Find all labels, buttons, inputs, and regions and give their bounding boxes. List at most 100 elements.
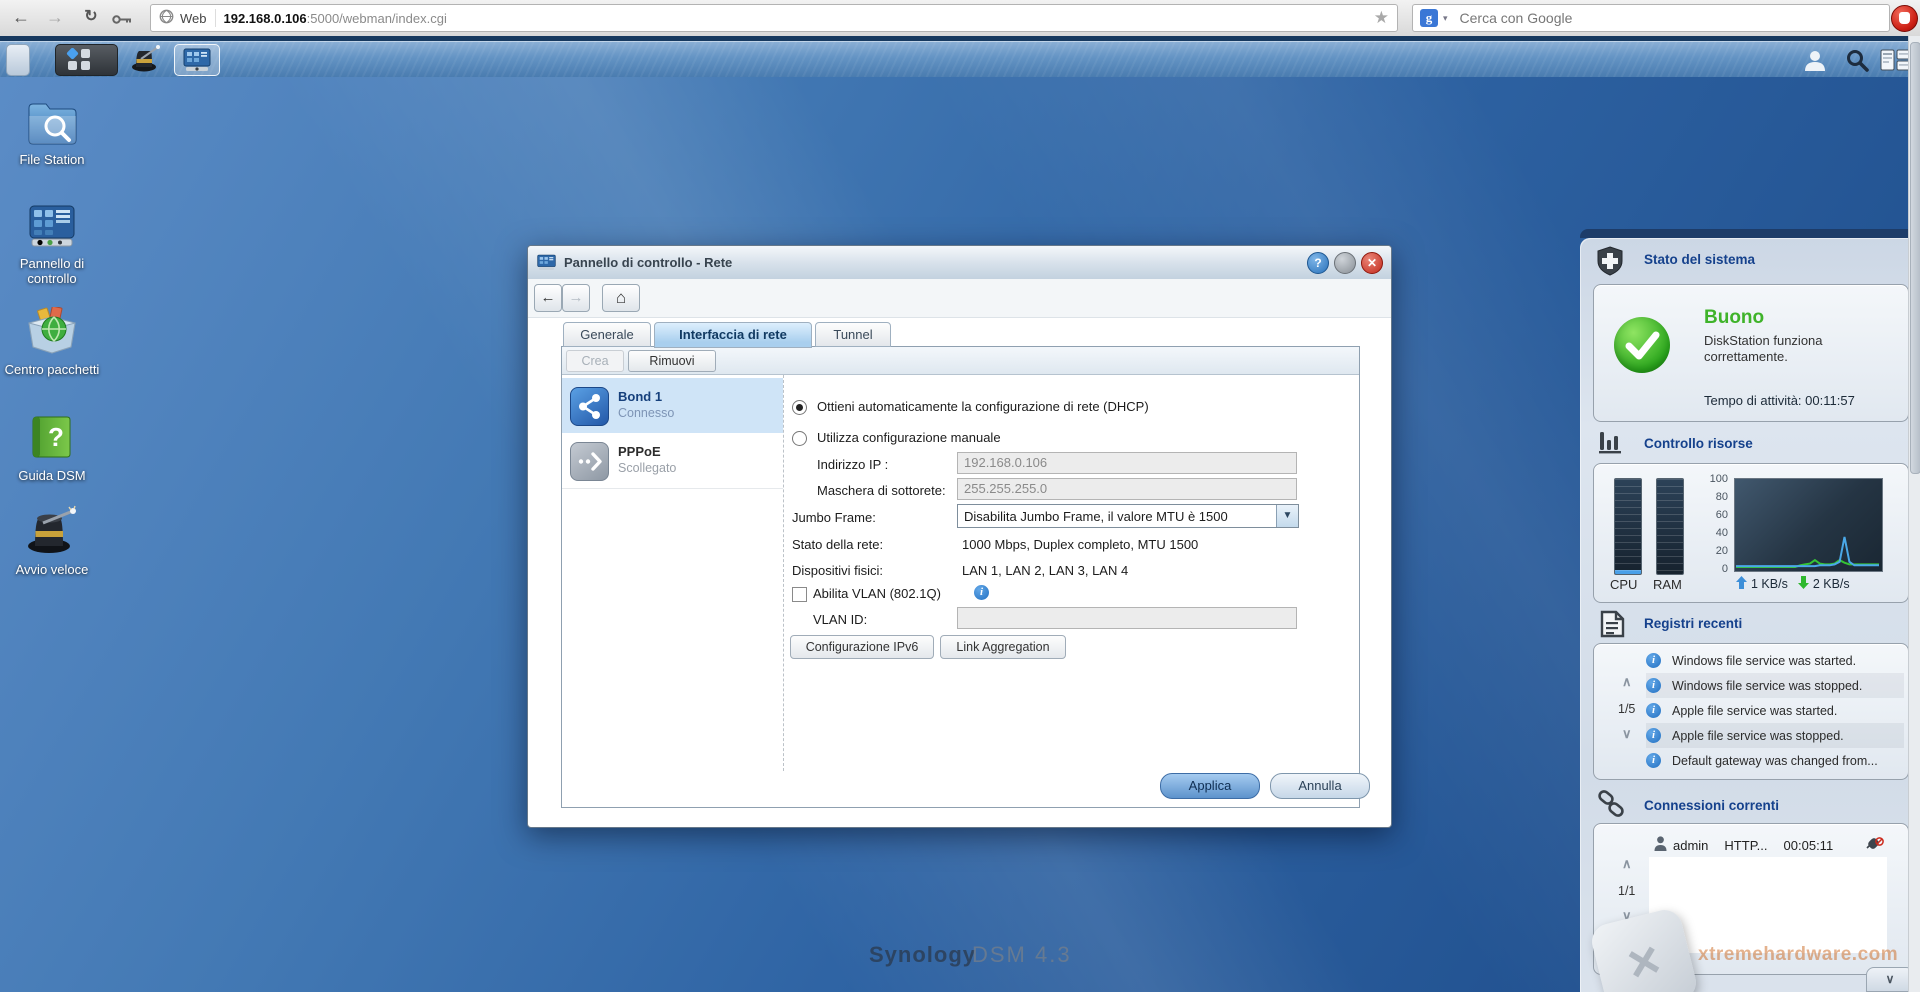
jumbo-select-arrow-icon[interactable]: ▼	[1276, 505, 1298, 527]
quick-start-icon	[25, 505, 79, 555]
nav-home-icon[interactable]: ⌂	[602, 284, 640, 312]
desktop-icon-file-station[interactable]: File Station	[2, 99, 102, 167]
vlan-checkbox[interactable]	[792, 587, 807, 602]
dhcp-radio[interactable]	[792, 400, 807, 415]
control-panel-taskbar-button[interactable]	[174, 44, 220, 76]
widget-sidebar: Stato del sistema Buono DiskStation funz…	[1580, 238, 1908, 992]
watermark-text: xtremehardware.com	[1698, 944, 1898, 966]
search-taskbar-icon[interactable]	[1844, 48, 1870, 75]
url-host: 192.168.0.106	[224, 11, 307, 26]
log-row[interactable]: i Windows file service was stopped.	[1646, 673, 1904, 698]
manual-radio[interactable]	[792, 431, 807, 446]
bookmark-star-icon[interactable]: ★	[1374, 8, 1389, 28]
connection-protocol: HTTP...	[1724, 838, 1767, 853]
search-box[interactable]: g ▾ Cerca con Google	[1412, 4, 1890, 32]
window-titlebar[interactable]: Pannello di controllo - Rete ? ✕	[528, 246, 1391, 280]
tab-panel: Crea Rimuovi Bond 1 Connesso	[561, 346, 1360, 808]
log-row[interactable]: i Apple file service was started.	[1646, 698, 1904, 723]
vlan-id-input[interactable]	[957, 607, 1297, 629]
interface-name: PPPoE	[618, 444, 661, 459]
interface-list: Bond 1 Connesso PPPoE Scollegato	[562, 375, 784, 771]
status-message: DiskStation funziona correttamente.	[1704, 333, 1869, 365]
desktop-icon-control-panel[interactable]: Pannello di controllo	[2, 203, 102, 286]
resource-monitor-icon	[1598, 430, 1624, 459]
connections-prev-icon[interactable]: ∧	[1622, 858, 1632, 870]
browser-toolbar: ← → ↻ Web 192.168.0.106 :5000/webman/ind…	[0, 0, 1920, 37]
screen: ← → ↻ Web 192.168.0.106 :5000/webman/ind…	[0, 0, 1920, 992]
url-bar[interactable]: Web 192.168.0.106 :5000/webman/index.cgi…	[150, 4, 1398, 32]
connections-title: Connessioni correnti	[1644, 798, 1779, 813]
desktop-icon-dsm-help[interactable]: ? Guida DSM	[2, 413, 102, 483]
quick-start-taskbar-button[interactable]	[124, 44, 168, 74]
search-input[interactable]: Cerca con Google	[1460, 10, 1573, 26]
create-button[interactable]: Crea	[566, 350, 624, 372]
pppoe-icon	[570, 442, 609, 481]
scrollbar-thumb[interactable]	[1910, 42, 1920, 474]
shield-icon	[1596, 246, 1624, 279]
network-status-label: Stato della rete:	[792, 537, 883, 552]
logs-prev-icon[interactable]: ∧	[1622, 676, 1632, 688]
search-engine-dropdown-icon[interactable]: ▾	[1443, 13, 1448, 24]
logs-next-icon[interactable]: ∨	[1622, 728, 1632, 740]
vlan-id-label: VLAN ID:	[813, 612, 867, 627]
browser-forward-icon[interactable]: →	[42, 5, 68, 29]
ytick: 0	[1698, 563, 1728, 575]
remove-button[interactable]: Rimuovi	[628, 350, 716, 372]
browser-key-icon[interactable]	[112, 13, 132, 28]
window-title: Pannello di controllo - Rete	[564, 255, 732, 270]
connection-row[interactable]: admin HTTP... 00:05:11	[1654, 836, 1884, 854]
file-station-icon	[26, 99, 78, 145]
log-row[interactable]: i Windows file service was started.	[1646, 648, 1904, 673]
log-text: Default gateway was changed from...	[1672, 754, 1878, 768]
nav-forward-icon[interactable]: →	[562, 284, 590, 312]
url-path: :5000/webman/index.cgi	[307, 11, 447, 26]
subnet-input[interactable]: 255.255.255.0	[957, 478, 1297, 500]
jumbo-select[interactable]: Disabilita Jumbo Frame, il valore MTU è …	[957, 504, 1299, 528]
jumbo-label: Jumbo Frame:	[792, 510, 876, 525]
browser-back-icon[interactable]: ←	[8, 5, 34, 29]
disconnect-icon[interactable]	[1866, 837, 1884, 854]
user-account-icon[interactable]	[1802, 49, 1828, 74]
desktop-icon-label: Avvio veloce	[2, 562, 102, 577]
panel-toolbar: Crea Rimuovi	[562, 347, 1359, 375]
desktop-icon-package-center[interactable]: Centro pacchetti	[2, 307, 102, 377]
tab-generale[interactable]: Generale	[563, 322, 651, 347]
show-desktop-button[interactable]	[6, 44, 30, 76]
ipv6-config-button[interactable]: Configurazione IPv6	[790, 635, 934, 659]
nav-back-icon[interactable]: ←	[534, 284, 562, 312]
sidebar-collapse-button[interactable]: ∨	[1866, 967, 1914, 992]
window-title-icon	[537, 254, 556, 271]
jumbo-select-value: Disabilita Jumbo Frame, il valore MTU è …	[964, 509, 1228, 524]
tab-label: Generale	[580, 327, 633, 342]
log-row[interactable]: i Apple file service was stopped.	[1646, 723, 1904, 748]
logs-title: Registri recenti	[1644, 616, 1742, 631]
link-aggregation-button[interactable]: Link Aggregation	[940, 635, 1066, 659]
log-row[interactable]: i Default gateway was changed from...	[1646, 748, 1904, 773]
ip-input[interactable]: 192.168.0.106	[957, 452, 1297, 474]
tab-interfaccia-di-rete[interactable]: Interfaccia di rete	[654, 322, 812, 348]
page-scrollbar[interactable]	[1908, 36, 1920, 992]
devices-label: Dispositivi fisici:	[792, 563, 883, 578]
close-button[interactable]: ✕	[1361, 252, 1383, 274]
log-text: Windows file service was stopped.	[1672, 679, 1862, 693]
help-button[interactable]: ?	[1307, 252, 1329, 274]
vlan-info-icon[interactable]: i	[974, 585, 989, 600]
minimize-button[interactable]	[1334, 252, 1356, 274]
desktop-icon-label: Centro pacchetti	[2, 362, 102, 377]
list-item-pppoe[interactable]: PPPoE Scollegato	[562, 433, 783, 489]
main-menu-button[interactable]	[55, 44, 118, 76]
adblock-stop-icon[interactable]	[1891, 5, 1918, 32]
control-panel-icon	[26, 203, 78, 249]
apply-button[interactable]: Applica	[1160, 773, 1260, 799]
desktop-icon-label: File Station	[2, 152, 102, 167]
net-speed-row: 1 KB/s 2 KB/s	[1736, 576, 1850, 592]
list-item-bond1[interactable]: Bond 1 Connesso	[562, 378, 783, 433]
upload-arrow-icon	[1736, 576, 1747, 592]
desktop-icon-quick-start[interactable]: Avvio veloce	[2, 505, 102, 577]
browser-reload-icon[interactable]: ↻	[78, 5, 104, 29]
package-center-icon	[25, 307, 79, 355]
uptime-text: Tempo di attività: 00:11:57	[1704, 393, 1855, 408]
cancel-button[interactable]: Annulla	[1270, 773, 1370, 799]
ip-label: Indirizzo IP :	[817, 457, 888, 472]
tab-tunnel[interactable]: Tunnel	[815, 322, 891, 347]
